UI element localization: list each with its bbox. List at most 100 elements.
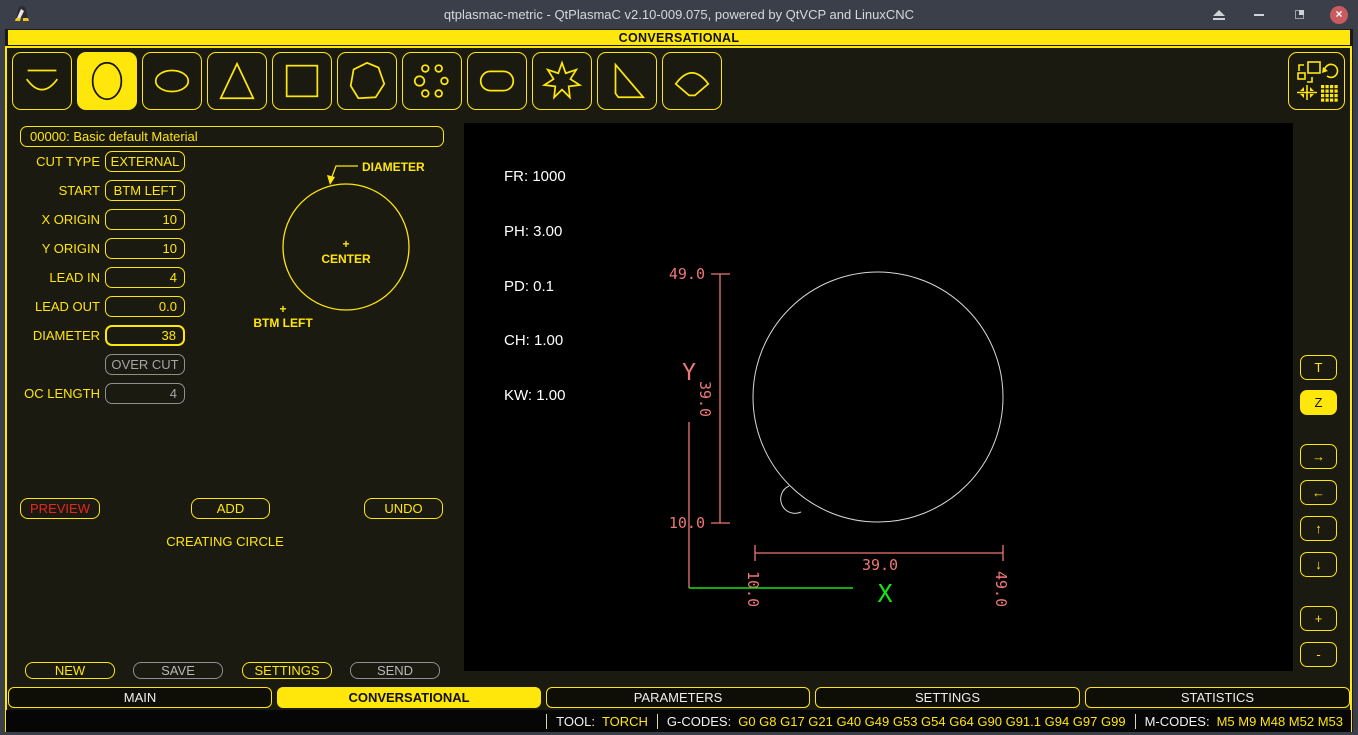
pan-left-button[interactable]: ←	[1300, 480, 1337, 505]
dim-x-max: 49.0	[992, 571, 1010, 607]
sector-icon	[669, 58, 715, 104]
diameter-input[interactable]: 38	[105, 325, 185, 346]
lead-in-label: LEAD IN	[8, 267, 100, 288]
restore-button[interactable]	[1290, 6, 1308, 24]
center-mark: +	[342, 237, 349, 251]
gcode-preview[interactable]: FR: 1000 PH: 3.00 PD: 0.1 CH: 1.00 KW: 1…	[464, 123, 1293, 671]
triangle-icon	[214, 58, 260, 104]
mode-banner: CONVERSATIONAL	[8, 30, 1350, 45]
zoom-out-button[interactable]: -	[1300, 642, 1337, 667]
window-title: qtplasmac-metric - QtPlasmaC v2.10-009.0…	[0, 7, 1358, 22]
circle-icon	[84, 58, 130, 104]
x-axis-label: X	[877, 579, 892, 608]
diameter-callout: DIAMETER	[362, 160, 425, 174]
dim-x-min: 10.0	[744, 571, 762, 607]
bolt-circle-icon	[409, 58, 455, 104]
preview-button[interactable]: PREVIEW	[20, 498, 100, 519]
y-axis-label: Y	[682, 360, 696, 386]
shape-polygon-button[interactable]	[337, 52, 397, 110]
diameter-label: DIAMETER	[8, 325, 100, 346]
shape-gusset-button[interactable]	[597, 52, 657, 110]
dim-width: 39.0	[862, 556, 898, 574]
settings-button[interactable]: SETTINGS	[242, 662, 332, 679]
save-button[interactable]: SAVE	[133, 662, 223, 679]
transform-tools-icon	[1294, 58, 1340, 104]
pan-up-button[interactable]: ↑	[1300, 516, 1337, 541]
send-button[interactable]: SEND	[350, 662, 440, 679]
gusset-icon	[604, 58, 650, 104]
polygon-icon	[344, 58, 390, 104]
pan-right-button[interactable]: →	[1300, 444, 1337, 469]
lead-in-path	[781, 486, 801, 513]
cut-type-select[interactable]: EXTERNAL	[105, 151, 185, 172]
new-button[interactable]: NEW	[25, 662, 115, 679]
shape-star-button[interactable]	[532, 52, 592, 110]
add-button[interactable]: ADD	[191, 498, 270, 519]
qtplasmac-window: qtplasmac-metric - QtPlasmaC v2.10-009.0…	[0, 0, 1358, 735]
material-select[interactable]: 00000: Basic default Material	[20, 126, 444, 147]
start-select[interactable]: BTM LEFT	[105, 180, 185, 201]
y-origin-label: Y ORIGIN	[8, 238, 100, 259]
zoom-in-button[interactable]: +	[1300, 606, 1337, 631]
x-origin-label: X ORIGIN	[8, 209, 100, 230]
shape-ellipse-button[interactable]	[142, 52, 202, 110]
shade-button[interactable]	[1210, 6, 1228, 24]
tab-main[interactable]: MAIN	[8, 687, 272, 708]
gcodes-value: G0 G8 G17 G21 G40 G49 G53 G54 G64 G90 G9…	[738, 714, 1125, 729]
lead-in-input[interactable]: 4	[105, 267, 185, 288]
ellipse-icon	[149, 58, 195, 104]
mcodes-label: M-CODES:	[1145, 714, 1210, 729]
shape-rectangle-button[interactable]	[272, 52, 332, 110]
shape-slot-button[interactable]	[467, 52, 527, 110]
status-bar: TOOL: TORCH G-CODES: G0 G8 G17 G21 G40 G…	[6, 710, 1351, 732]
circle-cut-path	[753, 272, 1003, 522]
conversational-status-text: CREATING CIRCLE	[20, 534, 430, 549]
lead-out-label: LEAD OUT	[8, 296, 100, 317]
mcodes-value: M5 M9 M48 M52 M53	[1217, 714, 1343, 729]
pan-down-button[interactable]: ↓	[1300, 552, 1337, 577]
preview-plot: 49.0 10.0 39.0 39.0 10.0 49.0 Y X	[464, 123, 1293, 671]
circle-diagram: DIAMETER + CENTER + BTM LEFT	[220, 150, 460, 340]
shape-circle-button[interactable]	[77, 52, 137, 110]
tab-parameters[interactable]: PARAMETERS	[546, 687, 810, 708]
restore-icon	[1295, 10, 1304, 19]
undo-button[interactable]: UNDO	[364, 498, 443, 519]
cut-type-label: CUT TYPE	[8, 151, 100, 172]
dim-y-min: 10.0	[669, 514, 705, 532]
tab-statistics[interactable]: STATISTICS	[1085, 687, 1350, 708]
shape-line-button[interactable]	[12, 52, 72, 110]
minimize-button[interactable]	[1250, 6, 1268, 24]
rectangle-icon	[279, 58, 325, 104]
title-bar: qtplasmac-metric - QtPlasmaC v2.10-009.0…	[0, 0, 1358, 29]
btm-left-callout: BTM LEFT	[253, 316, 313, 330]
minimize-icon	[1254, 14, 1264, 16]
over-cut-button[interactable]: OVER CUT	[105, 354, 185, 375]
dim-height: 39.0	[696, 381, 714, 417]
shape-bolt-circle-button[interactable]	[402, 52, 462, 110]
transform-tools-button[interactable]	[1288, 52, 1345, 110]
z-view-button[interactable]: Z	[1300, 390, 1337, 415]
shape-sector-button[interactable]	[662, 52, 722, 110]
x-origin-input[interactable]: 10	[105, 209, 185, 230]
tab-conversational[interactable]: CONVERSATIONAL	[277, 687, 541, 708]
y-origin-input[interactable]: 10	[105, 238, 185, 259]
center-callout: CENTER	[321, 252, 371, 266]
eject-icon	[1213, 10, 1225, 16]
top-view-button[interactable]: T	[1300, 355, 1337, 380]
btm-left-mark: +	[279, 302, 286, 316]
dim-y-max: 49.0	[669, 265, 705, 283]
line-icon	[19, 58, 65, 104]
tab-settings[interactable]: SETTINGS	[815, 687, 1080, 708]
shape-triangle-button[interactable]	[207, 52, 267, 110]
tool-value: TORCH	[602, 714, 648, 729]
start-label: START	[8, 180, 100, 201]
tool-label: TOOL:	[556, 714, 595, 729]
star-icon	[539, 58, 585, 104]
oc-length-label: OC LENGTH	[8, 383, 100, 404]
close-button[interactable]: ×	[1330, 6, 1348, 24]
oc-length-input[interactable]: 4	[105, 383, 185, 404]
gcodes-label: G-CODES:	[667, 714, 731, 729]
slot-icon	[474, 58, 520, 104]
frame-right	[1353, 29, 1358, 732]
lead-out-input[interactable]: 0.0	[105, 296, 185, 317]
